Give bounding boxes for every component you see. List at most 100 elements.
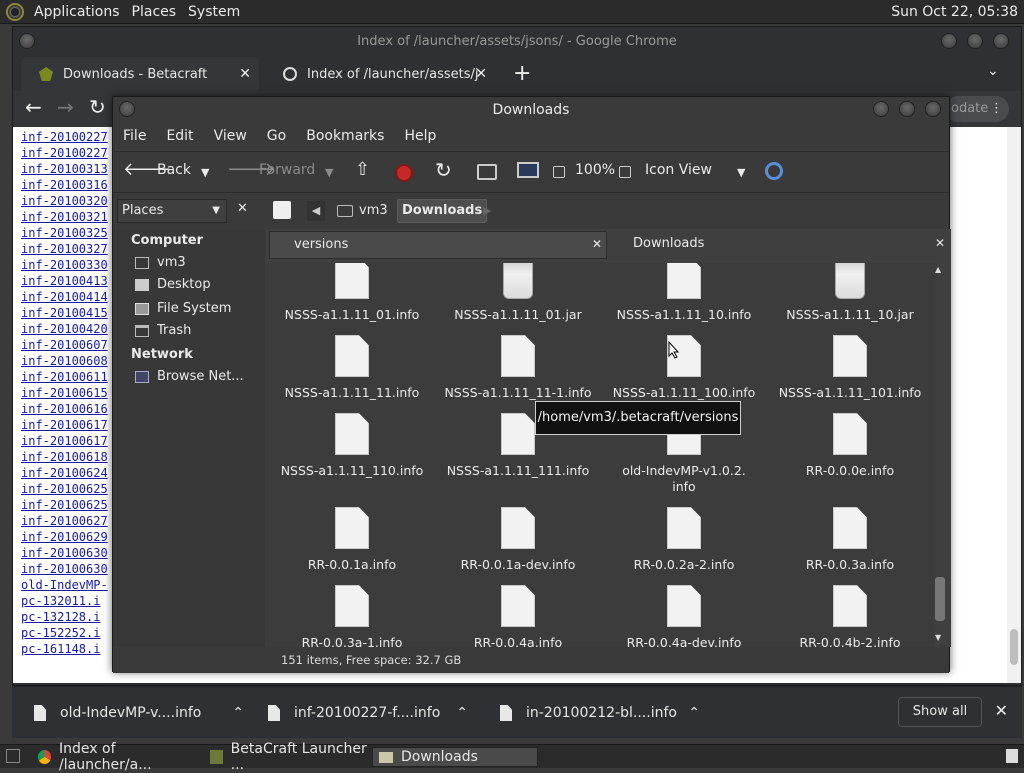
file-item[interactable]: RR-0.0.3a.info bbox=[767, 507, 933, 573]
path-segment-downloads[interactable]: Downloads bbox=[397, 199, 488, 223]
download-item[interactable]: old-IndevMP-v....info ⌃ bbox=[34, 697, 244, 729]
close-sidebar-icon[interactable]: ✕ bbox=[237, 201, 248, 216]
zoom-level[interactable]: 100% bbox=[575, 162, 615, 178]
scroll-down-icon[interactable]: ▼ bbox=[935, 633, 941, 642]
menu-edit[interactable]: Edit bbox=[166, 128, 193, 144]
system-logo-icon[interactable] bbox=[6, 2, 24, 21]
tab-search-chevron-icon[interactable]: ⌄ bbox=[987, 63, 999, 79]
directory-link[interactable]: inf-20100415 bbox=[21, 305, 108, 321]
pane-tab-versions[interactable]: versions ✕ bbox=[269, 231, 607, 259]
directory-link[interactable]: inf-20100611 bbox=[21, 369, 108, 385]
clock[interactable]: Sun Oct 22, 05:38 bbox=[891, 4, 1018, 20]
maximize-icon[interactable] bbox=[967, 33, 983, 49]
directory-link[interactable]: inf-20100608 bbox=[21, 353, 108, 369]
file-item[interactable]: RR-0.0.3a-1.info bbox=[269, 585, 435, 647]
directory-link[interactable]: inf-20100618 bbox=[21, 449, 108, 465]
places-menu[interactable]: Places bbox=[126, 4, 183, 20]
scroll-thumb[interactable] bbox=[1010, 629, 1018, 665]
workspace-switcher-icon[interactable] bbox=[1006, 749, 1018, 763]
directory-link[interactable]: inf-20100313 bbox=[21, 161, 108, 177]
directory-link[interactable]: inf-20100607 bbox=[21, 337, 108, 353]
directory-link[interactable]: inf-20100420 bbox=[21, 321, 108, 337]
forward-arrow-icon[interactable]: → bbox=[57, 95, 74, 119]
window-menu-icon[interactable] bbox=[119, 101, 135, 117]
back-arrow-icon[interactable]: ← bbox=[25, 95, 42, 119]
directory-link[interactable]: inf-20100627 bbox=[21, 513, 108, 529]
file-item[interactable]: NSSS-a1.1.11_11-1.info bbox=[435, 335, 601, 401]
home-icon[interactable] bbox=[477, 164, 497, 180]
directory-link[interactable]: inf-20100617 bbox=[21, 417, 108, 433]
minimize-icon[interactable] bbox=[941, 33, 957, 49]
scroll-up-icon[interactable]: ▲ bbox=[935, 265, 941, 274]
zoom-in-icon[interactable] bbox=[619, 166, 631, 178]
tab-close-icon[interactable]: ✕ bbox=[475, 66, 487, 82]
tab-index-jsons[interactable]: Index of /launcher/assets/jsons ✕ bbox=[265, 57, 495, 91]
sidebar-mode-select[interactable]: Places ▼ bbox=[117, 199, 227, 223]
directory-link[interactable]: inf-20100625 bbox=[21, 481, 108, 497]
directory-link[interactable]: inf-20100320 bbox=[21, 193, 108, 209]
menu-go[interactable]: Go bbox=[267, 128, 286, 144]
directory-link[interactable]: inf-20100227 bbox=[21, 129, 108, 145]
tab-close-icon[interactable]: ✕ bbox=[239, 66, 251, 82]
file-item[interactable]: RR-0.0.1a-dev.info bbox=[435, 507, 601, 573]
directory-link[interactable]: inf-20100616 bbox=[21, 401, 108, 417]
back-history-chevron-icon[interactable]: ▼ bbox=[201, 166, 209, 179]
scroll-thumb[interactable] bbox=[935, 577, 945, 621]
directory-link[interactable]: inf-20100629 bbox=[21, 529, 108, 545]
file-item[interactable]: RR-0.0.0e.info bbox=[767, 413, 933, 479]
sidebar-item-trash[interactable]: Trash bbox=[135, 323, 191, 338]
menu-view[interactable]: View bbox=[214, 128, 247, 144]
view-mode-chevron-icon[interactable]: ▼ bbox=[737, 166, 745, 179]
directory-link[interactable]: old-IndevMP- bbox=[21, 577, 108, 593]
pane-close-icon[interactable]: ✕ bbox=[592, 237, 602, 251]
directory-link[interactable]: inf-20100625 bbox=[21, 497, 108, 513]
path-left-icon[interactable]: ◀ bbox=[307, 201, 325, 221]
reload-icon[interactable]: ↻ bbox=[435, 158, 452, 182]
directory-link[interactable]: inf-20100330 bbox=[21, 257, 108, 273]
chevron-up-icon[interactable]: ⌃ bbox=[456, 705, 468, 721]
path-segment-vm3[interactable]: vm3 bbox=[335, 201, 388, 221]
sidebar-item-browse-network[interactable]: Browse Net... bbox=[135, 369, 244, 384]
file-item[interactable]: RR-0.0.2a-2.info bbox=[601, 507, 767, 573]
window-menu-icon[interactable] bbox=[19, 33, 35, 49]
tab-betacraft-downloads[interactable]: Downloads - Betacraft ✕ bbox=[21, 57, 259, 91]
file-item[interactable]: RR-0.0.4a.info bbox=[435, 585, 601, 647]
menu-file[interactable]: File bbox=[123, 128, 146, 144]
edit-location-icon[interactable] bbox=[273, 201, 291, 219]
task-downloads[interactable]: Downloads bbox=[372, 747, 538, 767]
file-item[interactable]: NSSS-a1.1.11_110.info bbox=[269, 413, 435, 479]
update-button[interactable]: odate ⋮ bbox=[945, 96, 1009, 122]
zoom-out-icon[interactable] bbox=[553, 166, 565, 178]
sidebar-item-desktop[interactable]: Desktop bbox=[135, 277, 211, 292]
directory-link[interactable]: inf-20100414 bbox=[21, 289, 108, 305]
file-item[interactable]: NSSS-a1.1.11_100.info bbox=[601, 335, 767, 401]
file-item[interactable]: NSSS-a1.1.11_101.info bbox=[767, 335, 933, 401]
directory-link[interactable]: inf-20100327 bbox=[21, 241, 108, 257]
show-desktop-icon[interactable] bbox=[6, 749, 20, 763]
directory-link[interactable]: inf-20100617 bbox=[21, 433, 108, 449]
minimize-icon[interactable] bbox=[873, 101, 889, 117]
page-scrollbar[interactable] bbox=[1007, 127, 1021, 683]
menu-bookmarks[interactable]: Bookmarks bbox=[306, 128, 384, 144]
sidebar-item-file-system[interactable]: File System bbox=[135, 301, 231, 316]
close-icon[interactable] bbox=[925, 101, 941, 117]
computer-icon[interactable] bbox=[517, 162, 539, 178]
directory-link[interactable]: inf-20100227 bbox=[21, 145, 108, 161]
directory-link[interactable]: inf-20100321 bbox=[21, 209, 108, 225]
sidebar-item-vm3[interactable]: vm3 bbox=[135, 255, 186, 270]
directory-link[interactable]: pc-132128.i bbox=[21, 609, 108, 625]
new-tab-icon[interactable]: + bbox=[513, 61, 531, 86]
download-item[interactable]: inf-20100227-f....info ⌃ bbox=[268, 697, 468, 729]
pane-tab-downloads[interactable]: Downloads ✕ bbox=[609, 231, 949, 259]
directory-link[interactable]: inf-20100413 bbox=[21, 273, 108, 289]
task-chrome[interactable]: Index of /launcher/a... bbox=[32, 741, 202, 773]
show-all-button[interactable]: Show all bbox=[898, 697, 982, 727]
file-grid-scrollbar[interactable]: ▲ ▼ bbox=[935, 265, 945, 645]
chevron-up-icon[interactable]: ⌃ bbox=[688, 705, 700, 721]
menu-help[interactable]: Help bbox=[404, 128, 436, 144]
file-item[interactable]: RR-0.0.4a-dev.info bbox=[601, 585, 767, 647]
back-button[interactable]: Back bbox=[157, 162, 191, 178]
chevron-up-icon[interactable]: ⌃ bbox=[232, 705, 244, 721]
directory-link[interactable]: inf-20100615 bbox=[21, 385, 108, 401]
view-mode-select[interactable]: Icon View bbox=[645, 162, 712, 178]
